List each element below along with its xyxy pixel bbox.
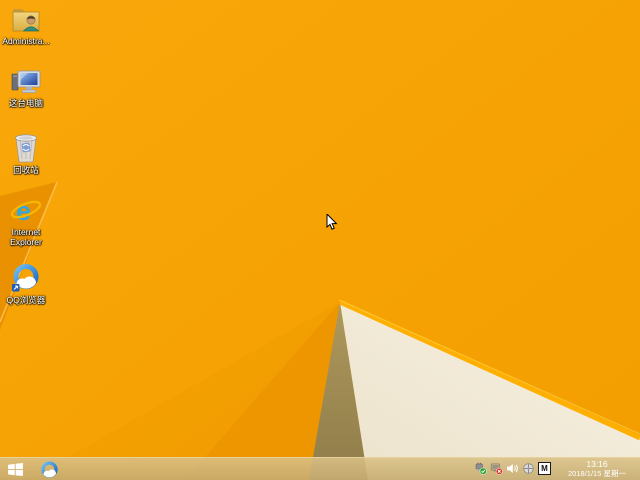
desktop-screen: Administra... 这台电脑 回收站 e Internet Explor…	[0, 0, 640, 480]
safely-remove-hardware-icon[interactable]	[474, 462, 487, 476]
recycle-bin-icon	[9, 131, 43, 165]
desktop-icon-label: 回收站	[13, 165, 39, 175]
ie-icon: e	[9, 193, 43, 227]
volume-icon[interactable]	[506, 462, 519, 475]
windows-logo-icon	[7, 462, 23, 476]
desktop-icon-internet-explorer[interactable]: e Internet Explorer	[0, 193, 52, 248]
computer-icon	[9, 64, 43, 98]
taskbar: M 13:16 2018/1/15 星期一	[0, 457, 640, 480]
tray-disc-icon[interactable]	[522, 462, 535, 475]
taskbar-app-qq-browser[interactable]	[36, 458, 62, 480]
desktop-icon-administrator-folder[interactable]: Administra...	[0, 2, 52, 47]
input-method-letter: M	[541, 463, 548, 473]
taskbar-clock[interactable]: 13:16 2018/1/15 星期一	[554, 459, 638, 478]
user-folder-icon	[9, 2, 43, 36]
desktop-icon-label: Internet Explorer	[10, 227, 42, 247]
desktop-icon-label: QQ浏览器	[6, 295, 46, 305]
desktop-icon-label: Administra...	[2, 36, 50, 46]
system-tray: M 13:16 2018/1/15 星期一	[474, 459, 640, 478]
network-disconnected-icon[interactable]	[490, 462, 503, 476]
start-button[interactable]	[0, 458, 30, 480]
desktop-icon-label: 这台电脑	[8, 98, 43, 108]
desktop-icon-qq-browser[interactable]: QQ浏览器	[0, 261, 52, 306]
desktop-icon-this-pc[interactable]: 这台电脑	[0, 64, 52, 109]
clock-date: 2018/1/15 星期一	[568, 468, 626, 478]
input-method-indicator[interactable]: M	[538, 462, 551, 476]
wallpaper-windows81-orange	[0, 0, 640, 480]
qq-browser-icon	[40, 460, 58, 478]
svg-text:e: e	[16, 196, 31, 226]
qq-browser-icon	[9, 261, 43, 295]
desktop-icon-recycle-bin[interactable]: 回收站	[0, 131, 52, 176]
